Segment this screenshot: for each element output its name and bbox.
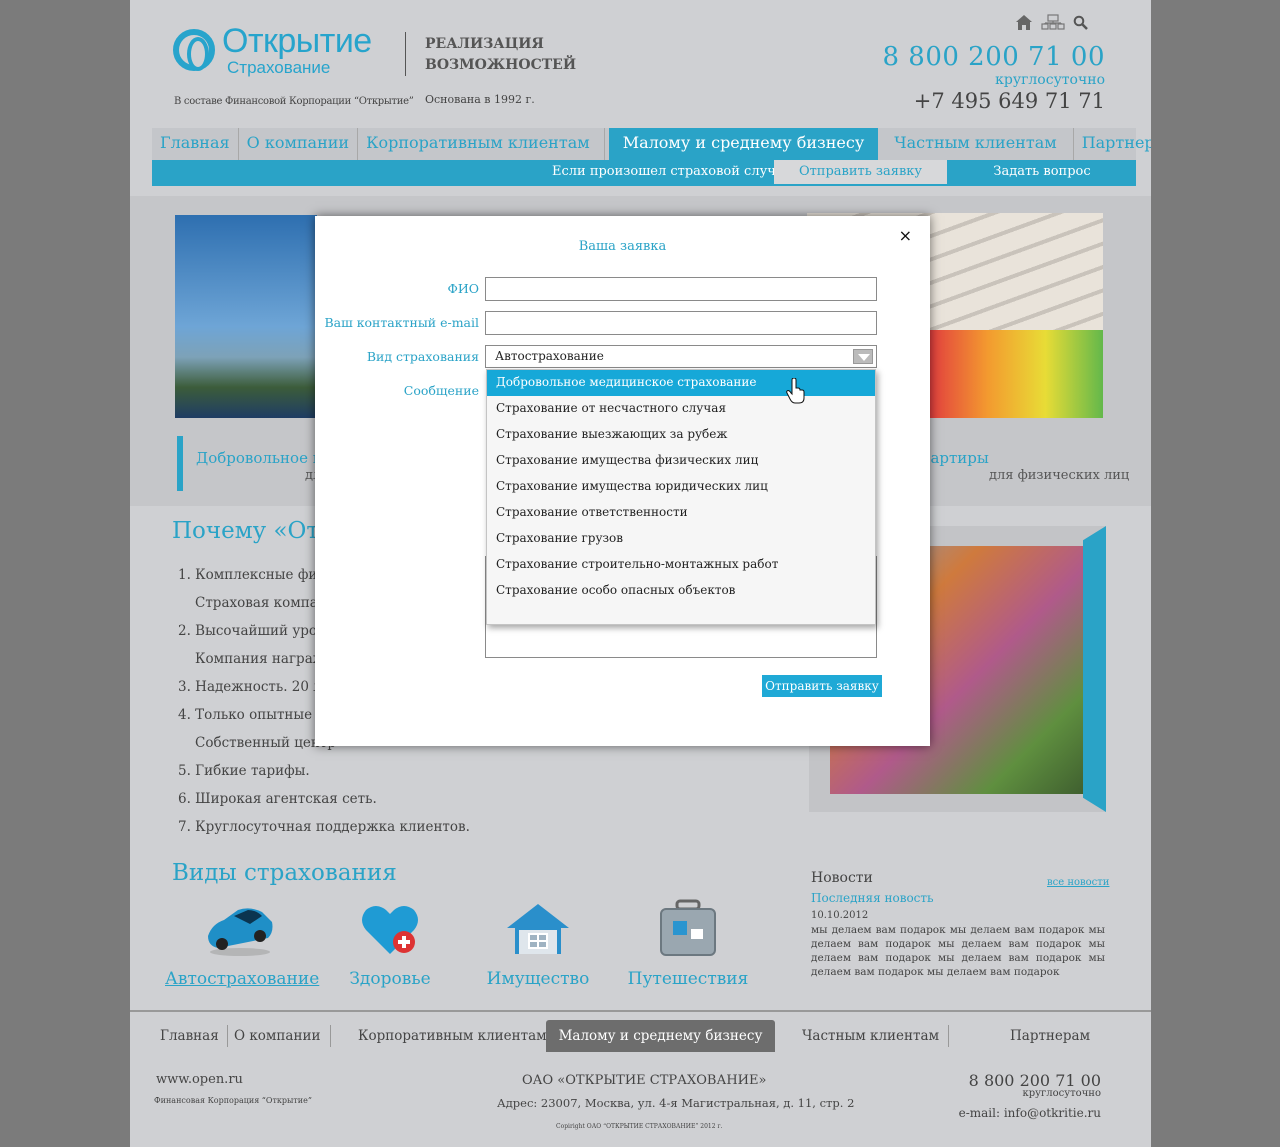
banner-photo-coast — [175, 215, 317, 418]
subnav-insurance-case[interactable]: Если произошел страховой случай — [552, 160, 792, 184]
dropdown-option[interactable]: Страхование строительно-монтажных работ — [487, 552, 875, 578]
close-icon[interactable]: × — [899, 226, 912, 245]
dropdown-option[interactable]: Добровольное медицинское страхование — [487, 370, 875, 396]
list-item: 5. Гибкие тарифы. — [178, 763, 310, 779]
subnav-send-request[interactable]: Отправить заявку — [774, 160, 947, 184]
nav-item-corporate[interactable]: Корпоративным клиентам — [358, 128, 605, 160]
list-item: 7. Круглосуточная поддержка клиентов. — [178, 819, 470, 835]
news-heading: Новости — [811, 870, 873, 886]
subnav-ask-question[interactable]: Задать вопрос — [948, 160, 1136, 184]
header-icons — [1015, 14, 1089, 31]
news-item-date: 10.10.2012 — [811, 910, 869, 921]
email-field[interactable] — [485, 311, 877, 335]
footer-address: Адрес: 23007, Москва, ул. 4-я Магистраль… — [497, 1096, 855, 1110]
footer-nav: Главная О компании Корпоративным клиента… — [152, 1020, 1136, 1052]
select-value: Автострахование — [495, 349, 604, 363]
footer-divider — [130, 1010, 1151, 1012]
footer-nav-about[interactable]: О компании — [234, 1020, 320, 1052]
footer-copyright: Copiright ОАО “ОТКРЫТИЕ СТРАХОВАНИЕ” 201… — [556, 1123, 723, 1130]
footer-email[interactable]: e-mail: info@otkritie.ru — [959, 1106, 1101, 1120]
dropdown-option[interactable]: Страхование имущества физических лиц — [487, 448, 875, 474]
label-name: ФИО — [447, 281, 479, 296]
dropdown-option[interactable]: Страхование от несчастного случая — [487, 396, 875, 422]
nav-item-small-business[interactable]: Малому и среднему бизнесу — [608, 128, 879, 160]
banner-photo-stairs-colors — [930, 330, 1103, 418]
logo-sub[interactable]: Страхование — [227, 58, 330, 78]
list-item: 6. Широкая агентская сеть. — [178, 791, 377, 807]
footer-nav-partners[interactable]: Партнерам — [1010, 1020, 1090, 1052]
news-all-link[interactable]: все новости — [1047, 877, 1109, 888]
kind-label[interactable]: Здоровье — [315, 969, 465, 989]
logo-note: В составе Финансовой Корпорации “Открыти… — [174, 96, 414, 107]
kind-label[interactable]: Имущество — [463, 969, 613, 989]
insurance-type-dropdown: Добровольное медицинское страхование Стр… — [486, 369, 876, 625]
footer-corp: Финансовая Корпорация “Открытие” — [154, 1096, 312, 1105]
why-title: Почему «Отк — [172, 518, 334, 544]
suitcase-icon — [660, 899, 716, 956]
footer-www[interactable]: www.open.ru — [156, 1072, 243, 1087]
dropdown-option[interactable]: Страхование выезжающих за рубеж — [487, 422, 875, 448]
footer-nav-sep — [948, 1025, 949, 1047]
dropdown-option[interactable]: Страхование имущества юридических лиц — [487, 474, 875, 500]
kind-label[interactable]: Путешествия — [613, 969, 763, 989]
footer-phone-note: круглосуточно — [1022, 1088, 1101, 1099]
header-divider — [405, 32, 406, 76]
insurance-type-select[interactable]: Автострахование — [485, 345, 877, 368]
car-icon — [208, 908, 273, 956]
banner-blurb-2-sub: для физических лиц — [989, 468, 1130, 483]
sitemap-icon[interactable] — [1041, 14, 1065, 31]
submit-button[interactable]: Отправить заявку — [762, 675, 882, 697]
kind-auto[interactable]: Автострахование — [165, 895, 319, 989]
footer-nav-home[interactable]: Главная — [160, 1020, 219, 1052]
footer-org: ОАО «ОТКРЫТИЕ СТРАХОВАНИЕ» — [522, 1073, 767, 1088]
banner-blurb-2-title[interactable]: вартиры — [922, 449, 989, 467]
footer-nav-corporate[interactable]: Корпоративным клиентам — [358, 1020, 547, 1052]
hand-cursor-icon — [786, 378, 805, 404]
main-nav: Главная О компании Корпоративным клиента… — [152, 128, 1151, 160]
logo-main[interactable]: Открытие — [222, 22, 372, 61]
kind-travel[interactable]: Путешествия — [613, 895, 763, 989]
phone-note: круглосуточно — [995, 72, 1105, 88]
nav-item-about[interactable]: О компании — [239, 128, 359, 160]
phone-main[interactable]: 8 800 200 71 00 — [882, 42, 1105, 72]
footer-nav-private[interactable]: Частным клиентам — [802, 1020, 939, 1052]
slogan-line-2: ВОЗМОЖНОСТЕЙ — [425, 57, 577, 73]
kind-property[interactable]: Имущество — [463, 895, 613, 989]
kind-health[interactable]: Здоровье — [315, 895, 465, 989]
sub-nav: Если произошел страховой случай Отправит… — [152, 160, 1136, 186]
chevron-down-icon[interactable] — [853, 349, 873, 364]
phone-moscow[interactable]: +7 495 649 71 71 — [914, 89, 1105, 113]
nav-item-home[interactable]: Главная — [152, 128, 239, 160]
kind-label[interactable]: Автострахование — [165, 969, 319, 989]
dropdown-option[interactable]: Страхование ответственности — [487, 500, 875, 526]
slogan-line-1: РЕАЛИЗАЦИЯ — [425, 36, 544, 52]
slogan: РЕАЛИЗАЦИЯ ВОЗМОЖНОСТЕЙ — [425, 34, 577, 76]
founded-note: Основана в 1992 г. — [425, 93, 535, 106]
blurb-accent-bar — [177, 436, 183, 491]
home-icon[interactable] — [1015, 14, 1033, 31]
label-message: Сообщение — [403, 383, 479, 398]
nav-item-partners[interactable]: Партнерам — [1074, 128, 1151, 160]
heart-icon — [362, 906, 418, 954]
footer-nav-sep — [227, 1025, 228, 1047]
cars-photo-accent — [1083, 526, 1106, 812]
label-email: Ваш контактный e-mail — [324, 315, 479, 330]
dropdown-option[interactable]: Страхование грузов — [487, 526, 875, 552]
dropdown-option[interactable]: Страхование особо опасных объектов — [487, 578, 875, 604]
footer-nav-small-business[interactable]: Малому и среднему бизнесу — [546, 1020, 775, 1052]
kinds-title: Виды страхования — [172, 860, 397, 886]
logo-mark[interactable] — [173, 29, 215, 71]
news-item-title[interactable]: Последняя новость — [811, 891, 934, 905]
nav-item-private[interactable]: Частным клиентам — [878, 128, 1074, 160]
footer-nav-sep — [330, 1025, 331, 1047]
modal-title: Ваша заявка — [578, 239, 667, 254]
name-field[interactable] — [485, 277, 877, 301]
house-icon — [507, 904, 569, 954]
label-insurance-type: Вид страхования — [366, 349, 479, 364]
search-icon[interactable] — [1073, 15, 1089, 31]
news-item-text: мы делаем вам подарок мы делаем вам пода… — [811, 924, 1105, 978]
